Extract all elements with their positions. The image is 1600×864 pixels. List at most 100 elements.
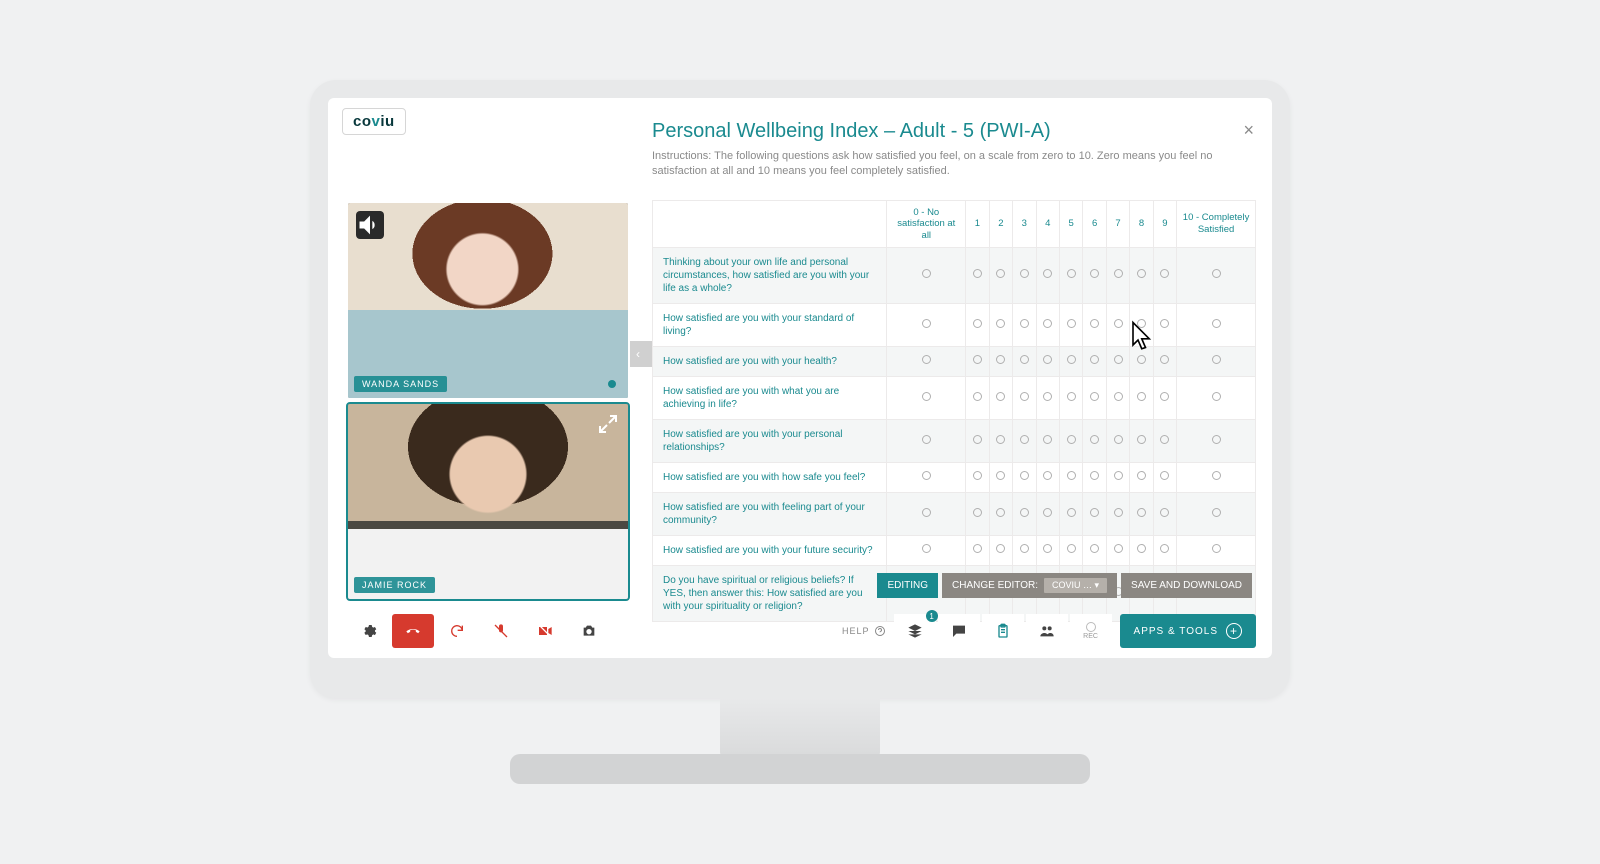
likert-option[interactable] xyxy=(1083,419,1106,462)
hangup-button[interactable] xyxy=(392,614,434,648)
change-editor-button[interactable]: CHANGE EDITOR: COVIU … ▾ xyxy=(942,573,1117,598)
likert-option[interactable] xyxy=(1059,419,1082,462)
likert-option[interactable] xyxy=(1177,247,1256,303)
likert-option[interactable] xyxy=(887,346,966,376)
video-tile-remote[interactable]: WANDA SANDS xyxy=(348,203,628,398)
likert-option[interactable] xyxy=(1013,419,1036,462)
likert-option[interactable] xyxy=(966,535,989,565)
likert-option[interactable] xyxy=(1083,492,1106,535)
likert-option[interactable] xyxy=(1083,346,1106,376)
save-download-button[interactable]: SAVE AND DOWNLOAD xyxy=(1121,573,1252,598)
apps-tools-button[interactable]: APPS & TOOLS + xyxy=(1120,614,1256,648)
likert-option[interactable] xyxy=(1036,376,1059,419)
likert-option[interactable] xyxy=(1059,462,1082,492)
likert-option[interactable] xyxy=(966,376,989,419)
likert-option[interactable] xyxy=(887,303,966,346)
likert-option[interactable] xyxy=(966,346,989,376)
likert-option[interactable] xyxy=(1013,376,1036,419)
likert-option[interactable] xyxy=(1036,303,1059,346)
likert-option[interactable] xyxy=(1177,376,1256,419)
likert-option[interactable] xyxy=(1130,492,1153,535)
clipboard-button[interactable] xyxy=(982,614,1024,648)
likert-option[interactable] xyxy=(1106,535,1129,565)
likert-option[interactable] xyxy=(989,419,1012,462)
likert-option[interactable] xyxy=(1130,535,1153,565)
settings-button[interactable] xyxy=(348,614,390,648)
likert-option[interactable] xyxy=(1106,303,1129,346)
likert-option[interactable] xyxy=(1106,492,1129,535)
likert-option[interactable] xyxy=(989,492,1012,535)
likert-option[interactable] xyxy=(1036,535,1059,565)
likert-option[interactable] xyxy=(966,303,989,346)
likert-option[interactable] xyxy=(989,535,1012,565)
likert-option[interactable] xyxy=(1153,419,1176,462)
likert-option[interactable] xyxy=(1036,346,1059,376)
likert-option[interactable] xyxy=(1177,419,1256,462)
likert-option[interactable] xyxy=(1153,303,1176,346)
likert-option[interactable] xyxy=(989,376,1012,419)
likert-option[interactable] xyxy=(1153,492,1176,535)
refresh-button[interactable] xyxy=(436,614,478,648)
likert-option[interactable] xyxy=(1036,492,1059,535)
likert-option[interactable] xyxy=(1059,492,1082,535)
likert-option[interactable] xyxy=(1106,419,1129,462)
video-tile-self[interactable]: JAMIE ROCK xyxy=(348,404,628,599)
likert-option[interactable] xyxy=(1130,462,1153,492)
record-button[interactable]: REC xyxy=(1070,614,1112,648)
likert-option[interactable] xyxy=(1106,462,1129,492)
likert-option[interactable] xyxy=(1036,247,1059,303)
likert-option[interactable] xyxy=(887,247,966,303)
mute-mic-button[interactable] xyxy=(480,614,522,648)
likert-option[interactable] xyxy=(1153,462,1176,492)
likert-option[interactable] xyxy=(1013,535,1036,565)
likert-option[interactable] xyxy=(1013,303,1036,346)
likert-option[interactable] xyxy=(989,303,1012,346)
likert-option[interactable] xyxy=(1059,376,1082,419)
help-button[interactable]: HELP xyxy=(842,625,886,637)
likert-option[interactable] xyxy=(1153,247,1176,303)
likert-option[interactable] xyxy=(1013,462,1036,492)
likert-option[interactable] xyxy=(1177,303,1256,346)
editing-chip[interactable]: EDITING xyxy=(877,573,938,598)
likert-option[interactable] xyxy=(966,492,989,535)
likert-option[interactable] xyxy=(1059,535,1082,565)
chat-button[interactable] xyxy=(938,614,980,648)
likert-option[interactable] xyxy=(887,535,966,565)
likert-option[interactable] xyxy=(1106,346,1129,376)
participants-button[interactable] xyxy=(1026,614,1068,648)
likert-option[interactable] xyxy=(1013,492,1036,535)
likert-option[interactable] xyxy=(887,462,966,492)
likert-option[interactable] xyxy=(1013,247,1036,303)
likert-option[interactable] xyxy=(1036,419,1059,462)
likert-option[interactable] xyxy=(887,419,966,462)
likert-option[interactable] xyxy=(1083,535,1106,565)
pager-prev[interactable]: ‹ xyxy=(630,341,646,367)
likert-option[interactable] xyxy=(966,247,989,303)
likert-option[interactable] xyxy=(1130,247,1153,303)
likert-option[interactable] xyxy=(1177,535,1256,565)
likert-option[interactable] xyxy=(1106,376,1129,419)
likert-option[interactable] xyxy=(1177,492,1256,535)
likert-option[interactable] xyxy=(1130,303,1153,346)
likert-option[interactable] xyxy=(1130,419,1153,462)
likert-option[interactable] xyxy=(1059,346,1082,376)
likert-option[interactable] xyxy=(989,247,1012,303)
likert-option[interactable] xyxy=(887,492,966,535)
snapshot-button[interactable] xyxy=(568,614,610,648)
likert-option[interactable] xyxy=(1083,376,1106,419)
likert-option[interactable] xyxy=(1177,462,1256,492)
likert-option[interactable] xyxy=(1083,303,1106,346)
expand-button[interactable] xyxy=(596,412,620,436)
volume-button[interactable] xyxy=(356,211,384,239)
likert-option[interactable] xyxy=(1083,462,1106,492)
likert-option[interactable] xyxy=(1130,376,1153,419)
likert-option[interactable] xyxy=(966,419,989,462)
editor-select[interactable]: COVIU … ▾ xyxy=(1044,578,1107,593)
likert-option[interactable] xyxy=(1106,247,1129,303)
likert-option[interactable] xyxy=(1059,247,1082,303)
likert-option[interactable] xyxy=(1083,247,1106,303)
likert-option[interactable] xyxy=(966,462,989,492)
likert-option[interactable] xyxy=(989,462,1012,492)
likert-option[interactable] xyxy=(1036,462,1059,492)
close-button[interactable]: × xyxy=(1243,120,1254,141)
